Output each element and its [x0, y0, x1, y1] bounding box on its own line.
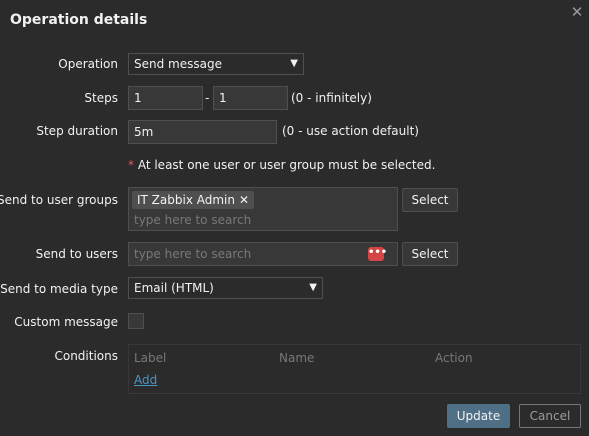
requirement-note-text: At least one user or user group must be …	[137, 158, 436, 172]
user-groups-label: Send to user groups	[0, 193, 118, 207]
conditions-header-name: Name	[279, 351, 315, 365]
steps-hint: (0 - infinitely)	[291, 91, 372, 105]
close-icon[interactable]: ✕	[569, 4, 585, 20]
users-search-input[interactable]: type here to search	[134, 247, 251, 261]
step-duration-input[interactable]: 5m	[128, 120, 277, 144]
operation-label: Operation	[58, 57, 118, 71]
conditions-label: Conditions	[54, 349, 118, 363]
cancel-button[interactable]: Cancel	[519, 404, 581, 428]
user-group-chip: IT Zabbix Admin ✕	[132, 191, 255, 209]
update-button[interactable]: Update	[447, 404, 510, 428]
requirement-note: * At least one user or user group must b…	[128, 158, 435, 172]
conditions-header-label: Label	[134, 351, 167, 365]
custom-message-checkbox[interactable]	[128, 313, 144, 329]
conditions-table	[128, 344, 581, 394]
user-groups-multiselect[interactable]: IT Zabbix Admin ✕ type here to search	[128, 187, 398, 231]
steps-from-input[interactable]: 1	[128, 86, 203, 110]
operation-select[interactable]: Send message ▼	[128, 53, 304, 75]
operation-select-value: Send message	[134, 57, 222, 71]
users-label: Send to users	[35, 247, 118, 261]
dialog-title: Operation details	[10, 12, 148, 28]
operation-details-dialog: Operation details ✕ Operation Send messa…	[0, 0, 589, 436]
more-icon[interactable]: •••	[368, 247, 387, 261]
media-type-select-value: Email (HTML)	[134, 281, 214, 295]
custom-message-label: Custom message	[14, 315, 118, 329]
media-type-select[interactable]: Email (HTML) ▼	[128, 277, 323, 299]
user-groups-select-button[interactable]: Select	[402, 188, 458, 212]
chevron-down-icon: ▼	[290, 58, 298, 69]
conditions-header-action: Action	[435, 351, 473, 365]
user-groups-search-input[interactable]: type here to search	[134, 213, 251, 227]
steps-to-input[interactable]: 1	[213, 86, 288, 110]
add-condition-link[interactable]: Add	[134, 373, 157, 387]
user-group-chip-label: IT Zabbix Admin	[137, 193, 235, 207]
media-type-label: Send to media type	[0, 282, 118, 296]
steps-separator: -	[205, 91, 210, 105]
chevron-down-icon: ▼	[309, 282, 317, 293]
steps-label: Steps	[84, 91, 118, 105]
remove-chip-icon[interactable]: ✕	[239, 193, 249, 207]
step-duration-hint: (0 - use action default)	[282, 124, 419, 138]
required-asterisk: *	[128, 158, 134, 172]
step-duration-label: Step duration	[36, 124, 118, 138]
users-multiselect[interactable]: type here to search	[128, 242, 398, 266]
users-select-button[interactable]: Select	[402, 242, 458, 266]
